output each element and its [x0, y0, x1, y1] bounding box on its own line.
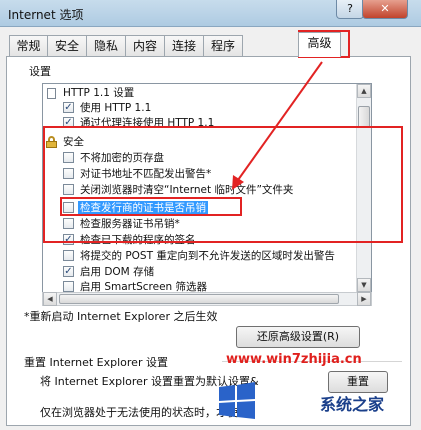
reset-button[interactable]: 重置 [328, 371, 388, 393]
list-item-label: 将提交的 POST 重定向到不允许发送的区域时发出警告 [80, 250, 335, 262]
checkbox[interactable] [63, 168, 74, 179]
horizontal-scrollbar[interactable]: ◀ ▶ [42, 292, 372, 306]
list-item-label: 对证书地址不匹配发出警告* [80, 168, 212, 180]
tab-general[interactable]: 常规 [9, 35, 48, 56]
tab-security[interactable]: 安全 [47, 35, 87, 56]
help-button[interactable]: ? [336, 0, 364, 19]
list-item-label: 检查服务器证书吊销* [80, 218, 180, 230]
scroll-left-icon[interactable]: ◀ [43, 292, 57, 306]
list-item-label: HTTP 1.1 设置 [63, 87, 135, 99]
scroll-down-icon[interactable]: ▼ [357, 278, 371, 292]
checkbox[interactable] [63, 281, 74, 292]
settings-listbox[interactable]: HTTP 1.1 设置 ✓ 使用 HTTP 1.1 ✓ 通过代理连接使用 HTT… [42, 83, 372, 293]
checkbox[interactable] [63, 250, 74, 261]
reset-section-title: 重置 Internet Explorer 设置 [24, 356, 168, 369]
tab-connections[interactable]: 连接 [164, 35, 204, 56]
watermark-logo-text: 系统之家 [320, 395, 385, 414]
reset-note: 仅在浏览器处于无法使用的状态时，才使 [40, 406, 238, 419]
checkbox[interactable] [63, 218, 74, 229]
list-item-label: 通过代理连接使用 HTTP 1.1 [80, 117, 215, 129]
scroll-right-icon[interactable]: ▶ [357, 292, 371, 306]
list-item-label: 关闭浏览器时清空“Internet 临时文件”文件夹 [80, 184, 294, 196]
vertical-scrollbar[interactable]: ▲ ▼ [356, 84, 371, 292]
document-icon [47, 88, 56, 99]
scroll-up-icon[interactable]: ▲ [357, 84, 371, 98]
tab-privacy[interactable]: 隐私 [86, 35, 126, 56]
lock-icon [46, 136, 57, 148]
list-item-label: 不将加密的页存盘 [80, 152, 164, 164]
settings-label: 设置 [29, 65, 51, 78]
watermark-url: www.win7zhijia.cn [226, 352, 362, 367]
tab-content[interactable]: 内容 [125, 35, 165, 56]
list-item-label: 检查已下载的程序的签名 [80, 234, 196, 246]
close-button[interactable]: ✕ [362, 0, 408, 19]
list-item-label: 使用 HTTP 1.1 [80, 102, 152, 114]
restart-note: *重新启动 Internet Explorer 之后生效 [24, 310, 218, 323]
list-item-label: 启用 DOM 存储 [80, 266, 155, 278]
tab-advanced[interactable]: 高级 [298, 32, 341, 57]
checkbox[interactable] [63, 152, 74, 163]
checkbox[interactable] [63, 202, 74, 213]
checkbox[interactable]: ✓ [63, 117, 74, 128]
list-item-label: 检查发行商的证书是否吊销 [78, 201, 208, 216]
tab-programs[interactable]: 程序 [203, 35, 243, 56]
list-item-label: 安全 [63, 136, 84, 148]
checkbox[interactable]: ✓ [63, 266, 74, 277]
checkbox[interactable] [63, 184, 74, 195]
title-bar: Internet 选项 ? ✕ [0, 0, 421, 27]
window-title: Internet 选项 [8, 8, 84, 22]
restore-advanced-button[interactable]: 还原高级设置(R) [236, 326, 360, 348]
checkbox[interactable]: ✓ [63, 234, 74, 245]
horizontal-scroll-thumb[interactable] [59, 294, 339, 304]
checkbox[interactable]: ✓ [63, 102, 74, 113]
scroll-thumb[interactable] [358, 106, 370, 128]
windows-logo-icon [219, 382, 255, 419]
